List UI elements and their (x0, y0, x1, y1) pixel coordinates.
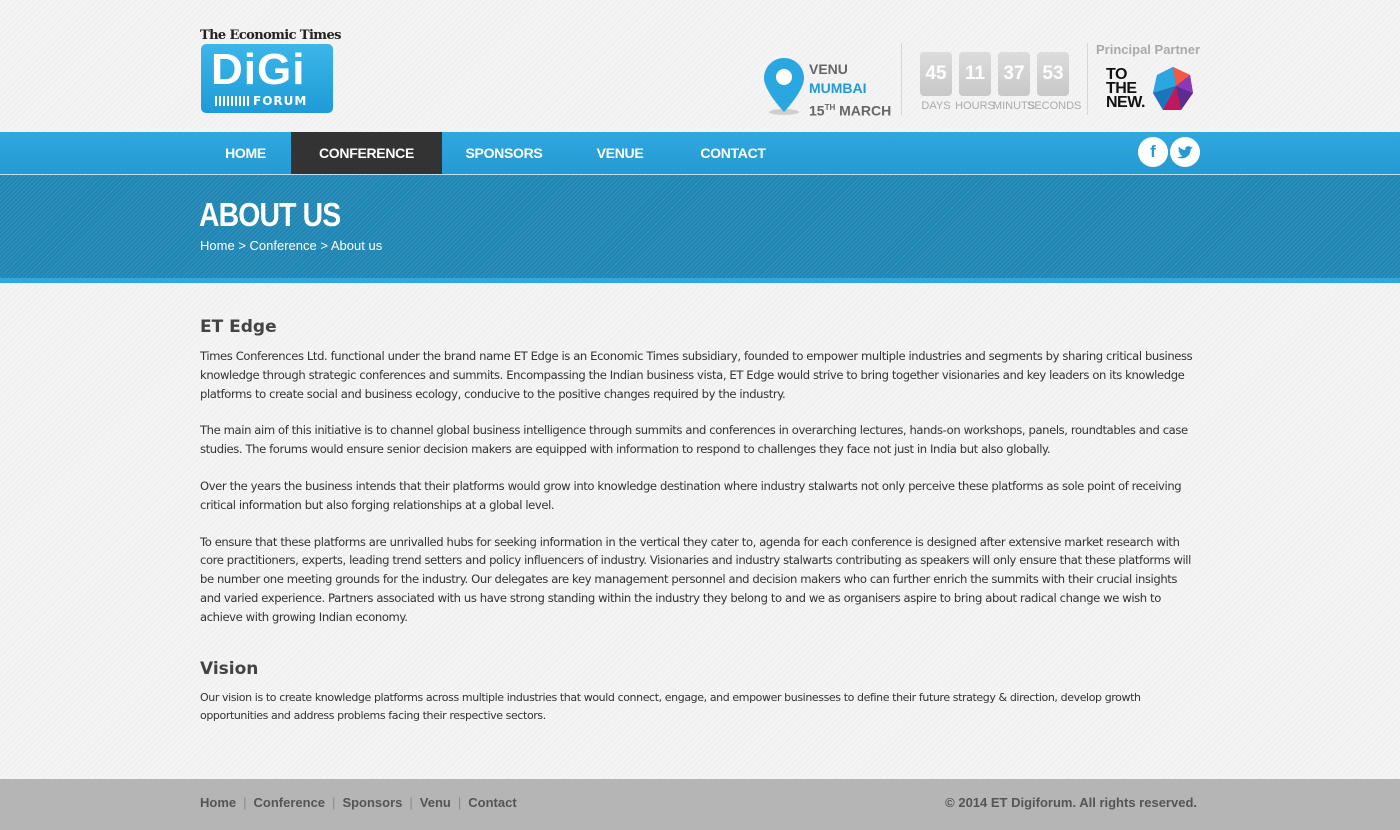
breadcrumb-conference[interactable]: Conference (250, 238, 317, 253)
site-header: The Economic Times DiGi FORUM VENU MUMBA… (0, 0, 1400, 132)
venue-label: VENU (809, 61, 848, 77)
logo-name: DiGi (211, 45, 306, 94)
breadcrumb-separator: > (320, 238, 328, 253)
partner-line: NEW. (1106, 94, 1145, 111)
venue-day: 15 (809, 102, 825, 119)
partner-gem-icon (1153, 67, 1193, 110)
countdown-hours: 11 HOURS (955, 52, 995, 112)
section-heading: ET Edge (200, 317, 277, 337)
countdown-days: 45 DAYS (920, 52, 952, 112)
paragraph: Times Conferences Ltd. functional under … (200, 349, 1193, 401)
breadcrumb: Home > Conference > About us (200, 238, 382, 253)
countdown-label: SECONDS (1027, 100, 1082, 112)
logo-barcode-icon (215, 96, 249, 106)
header-divider (901, 43, 902, 115)
footer-link-home[interactable]: Home (200, 795, 236, 810)
countdown-seconds: 53 SECONDS (1027, 52, 1081, 112)
countdown-value: 45 (920, 52, 952, 96)
twitter-bird-icon (1177, 146, 1193, 159)
twitter-icon[interactable] (1170, 137, 1200, 167)
countdown-value: 11 (959, 52, 991, 96)
breadcrumb-separator: > (238, 238, 246, 253)
footer-nav: Home | Conference | Sponsors | Venu | Contact (200, 795, 517, 810)
site-footer: Home | Conference | Sponsors | Venu | Contact © … (0, 779, 1400, 830)
footer-link-contact[interactable]: Contact (468, 795, 516, 810)
venue-info: VENU MUMBAI 15TH MARCH (809, 60, 891, 121)
breadcrumb-current: About us (330, 238, 383, 253)
logo-publisher: The Economic Times (200, 28, 341, 43)
footer-link-sponsors[interactable]: Sponsors (342, 795, 402, 810)
paragraph: Over the years the business intends that… (200, 478, 1182, 512)
nav-conference[interactable]: CONFERENCE (291, 132, 442, 174)
footer-separator: | (409, 795, 413, 810)
nav-home[interactable]: HOME (200, 132, 291, 174)
paragraph: To ensure that these platforms are unriv… (200, 534, 1191, 624)
venue-date: 15TH MARCH (809, 98, 891, 121)
partner-logo[interactable]: TO THE NEW. (1106, 66, 1196, 114)
logo-sub: FORUM (253, 94, 308, 108)
location-pin-icon (764, 58, 804, 115)
venue-month: MARCH (839, 102, 892, 119)
venue-day-suffix: TH (824, 103, 836, 112)
nav-venue[interactable]: VENUE (566, 132, 674, 174)
nav-contact[interactable]: CONTACT (674, 132, 792, 174)
page-title: ABOUT US (199, 196, 341, 233)
countdown-minutes: 37 MINUTS (993, 52, 1035, 112)
main-content: ET Edge Times Conferences Ltd. functiona… (200, 316, 1200, 726)
venue-city: MUMBAI (809, 80, 867, 96)
footer-separator: | (457, 795, 462, 810)
countdown-value: 37 (998, 52, 1030, 96)
countdown-value: 53 (1037, 52, 1069, 96)
paragraph: The main aim of this initiative is to ch… (200, 423, 1188, 457)
footer-link-conference[interactable]: Conference (254, 795, 326, 810)
site-logo[interactable]: The Economic Times DiGi FORUM (200, 28, 341, 114)
partner-label: Principal Partner (1096, 42, 1201, 57)
footer-link-venu[interactable]: Venu (420, 795, 451, 810)
nav-sponsors[interactable]: SPONSORS (442, 132, 566, 174)
facebook-icon[interactable]: f (1138, 137, 1168, 167)
footer-separator: | (332, 795, 336, 810)
banner-accent-strip (0, 278, 1400, 283)
logo-badge: DiGi FORUM (201, 44, 333, 113)
copyright: © 2014 ET Digiforum. All rights reserved… (945, 795, 1197, 810)
breadcrumb-home[interactable]: Home (200, 238, 235, 253)
footer-separator: | (243, 795, 247, 810)
header-divider (1087, 43, 1088, 115)
partner-wordmark: TO THE NEW. (1106, 67, 1145, 111)
paragraph: Our vision is to create knowledge platfo… (200, 690, 1141, 723)
section-heading: Vision (200, 658, 259, 679)
